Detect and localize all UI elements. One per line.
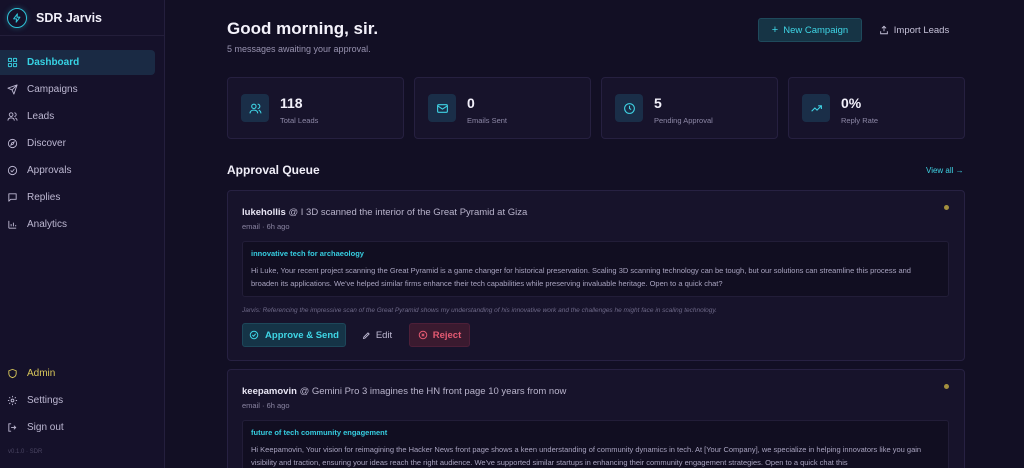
stat-label: Reply Rate [841, 116, 879, 125]
sidebar-item-label: Dashboard [27, 57, 80, 68]
logout-icon [8, 423, 17, 432]
sidebar: SDR Jarvis Dashboard Campaigns Leads Dis… [0, 0, 165, 468]
approval-queue-title: Approval Queue [227, 163, 320, 177]
upload-icon [879, 25, 888, 35]
lead-username[interactable]: keepamovin [242, 386, 297, 397]
import-leads-label: Import Leads [893, 24, 950, 36]
stat-label: Pending Approval [654, 116, 713, 125]
send-icon [7, 84, 18, 95]
jarvis-reasoning: Jarvis: Referencing the impressive scan … [242, 307, 717, 314]
brand[interactable]: SDR Jarvis [0, 0, 164, 36]
stat-value: 118 [280, 95, 303, 111]
x-circle-icon [418, 330, 427, 340]
message-preview: future of tech community engagement Hi K… [242, 420, 949, 468]
sidebar-item-settings[interactable]: Settings [0, 388, 155, 413]
lead-username[interactable]: lukehollis [242, 207, 286, 218]
stat-label: Emails Sent [467, 116, 508, 125]
mail-icon [436, 103, 448, 113]
trending-up-icon [810, 104, 822, 112]
status-dot [944, 205, 949, 210]
sidebar-item-label: Sign out [27, 422, 64, 433]
stat-card-pending-approval: 5 Pending Approval [601, 77, 778, 139]
sidebar-item-label: Admin [27, 368, 56, 379]
sidebar-item-sign-out[interactable]: Sign out [0, 415, 155, 440]
sidebar-item-dashboard[interactable]: Dashboard [0, 50, 155, 75]
status-dot [944, 384, 949, 389]
sidebar-item-label: Analytics [27, 219, 68, 230]
card-meta: email · 6h ago [242, 401, 290, 410]
sidebar-item-approvals[interactable]: Approvals [0, 158, 155, 183]
sidebar-item-replies[interactable]: Replies [0, 185, 155, 210]
plus-icon: + [771, 24, 779, 36]
check-circle-icon [7, 165, 18, 176]
compass-icon [7, 138, 18, 149]
sidebar-item-discover[interactable]: Discover [0, 131, 155, 156]
import-leads-button[interactable]: Import Leads [872, 18, 956, 42]
check-circle-icon [249, 330, 259, 340]
sidebar-item-campaigns[interactable]: Campaigns [0, 77, 155, 102]
sidebar-bottom-nav: Admin Settings Sign out [0, 361, 164, 442]
new-campaign-label: New Campaign [783, 24, 849, 36]
sidebar-item-label: Settings [27, 395, 64, 406]
sidebar-item-label: Leads [27, 111, 55, 122]
message-subject: future of tech community engagement [251, 428, 388, 437]
sidebar-item-label: Approvals [27, 165, 72, 176]
approve-send-label: Approve & Send [265, 329, 339, 341]
message-icon [8, 193, 17, 202]
stat-value: 0 [467, 95, 475, 111]
message-body: Hi Keepamovin, Your vision for reimagini… [251, 445, 922, 467]
reject-button[interactable]: Reject [409, 323, 470, 347]
edit-button[interactable]: Edit [356, 323, 398, 347]
stat-label: Total Leads [280, 116, 319, 125]
sidebar-item-analytics[interactable]: Analytics [0, 212, 155, 237]
card-meta: email · 6h ago [242, 222, 290, 231]
sidebar-nav: Dashboard Campaigns Leads Discover Appro… [0, 36, 164, 237]
approve-send-button[interactable]: Approve & Send [242, 323, 346, 347]
sidebar-item-label: Campaigns [27, 84, 78, 95]
sidebar-item-leads[interactable]: Leads [0, 104, 155, 129]
stat-card-total-leads: 118 Total Leads [227, 77, 404, 139]
approval-card: lukehollis @ I 3D scanned the interior o… [227, 190, 965, 361]
page-title: Good morning, sir. [227, 19, 379, 38]
grid-icon [7, 57, 18, 68]
card-header: keepamovin @ Gemini Pro 3 imagines the H… [242, 386, 566, 397]
app-name: SDR Jarvis [36, 10, 103, 25]
view-all-link[interactable]: View all → [926, 166, 964, 175]
stat-value: 0% [841, 95, 862, 111]
bar-chart-icon [8, 220, 17, 229]
pencil-icon [362, 331, 370, 339]
page-subtitle: 5 messages awaiting your approval. [227, 44, 371, 54]
bolt-logo-icon [7, 7, 27, 28]
reject-label: Reject [432, 329, 462, 341]
stat-card-reply-rate: 0% Reply Rate [788, 77, 965, 139]
stat-value: 5 [654, 95, 662, 111]
lead-post-title: @ I 3D scanned the interior of the Great… [288, 207, 528, 218]
users-icon [7, 112, 18, 121]
new-campaign-button[interactable]: + New Campaign [758, 18, 862, 42]
app-version: v0.1.0 · SDR [8, 449, 43, 455]
sidebar-item-admin[interactable]: Admin [0, 361, 155, 386]
message-subject: innovative tech for archaeology [251, 249, 364, 258]
message-body: Hi Luke, Your recent project scanning th… [251, 266, 911, 288]
clock-icon [623, 102, 635, 114]
sidebar-item-label: Discover [27, 138, 66, 149]
users-icon [249, 103, 261, 113]
sidebar-item-label: Replies [27, 192, 61, 203]
lead-post-title: @ Gemini Pro 3 imagines the HN front pag… [299, 386, 567, 397]
shield-icon [8, 368, 17, 379]
message-preview: innovative tech for archaeology Hi Luke,… [242, 241, 949, 297]
approval-card: keepamovin @ Gemini Pro 3 imagines the H… [227, 369, 965, 468]
main-content: Good morning, sir. 5 messages awaiting y… [165, 0, 1024, 468]
edit-label: Edit [375, 329, 393, 341]
card-header: lukehollis @ I 3D scanned the interior o… [242, 207, 527, 218]
stat-card-emails-sent: 0 Emails Sent [414, 77, 591, 139]
gear-icon [7, 395, 18, 406]
